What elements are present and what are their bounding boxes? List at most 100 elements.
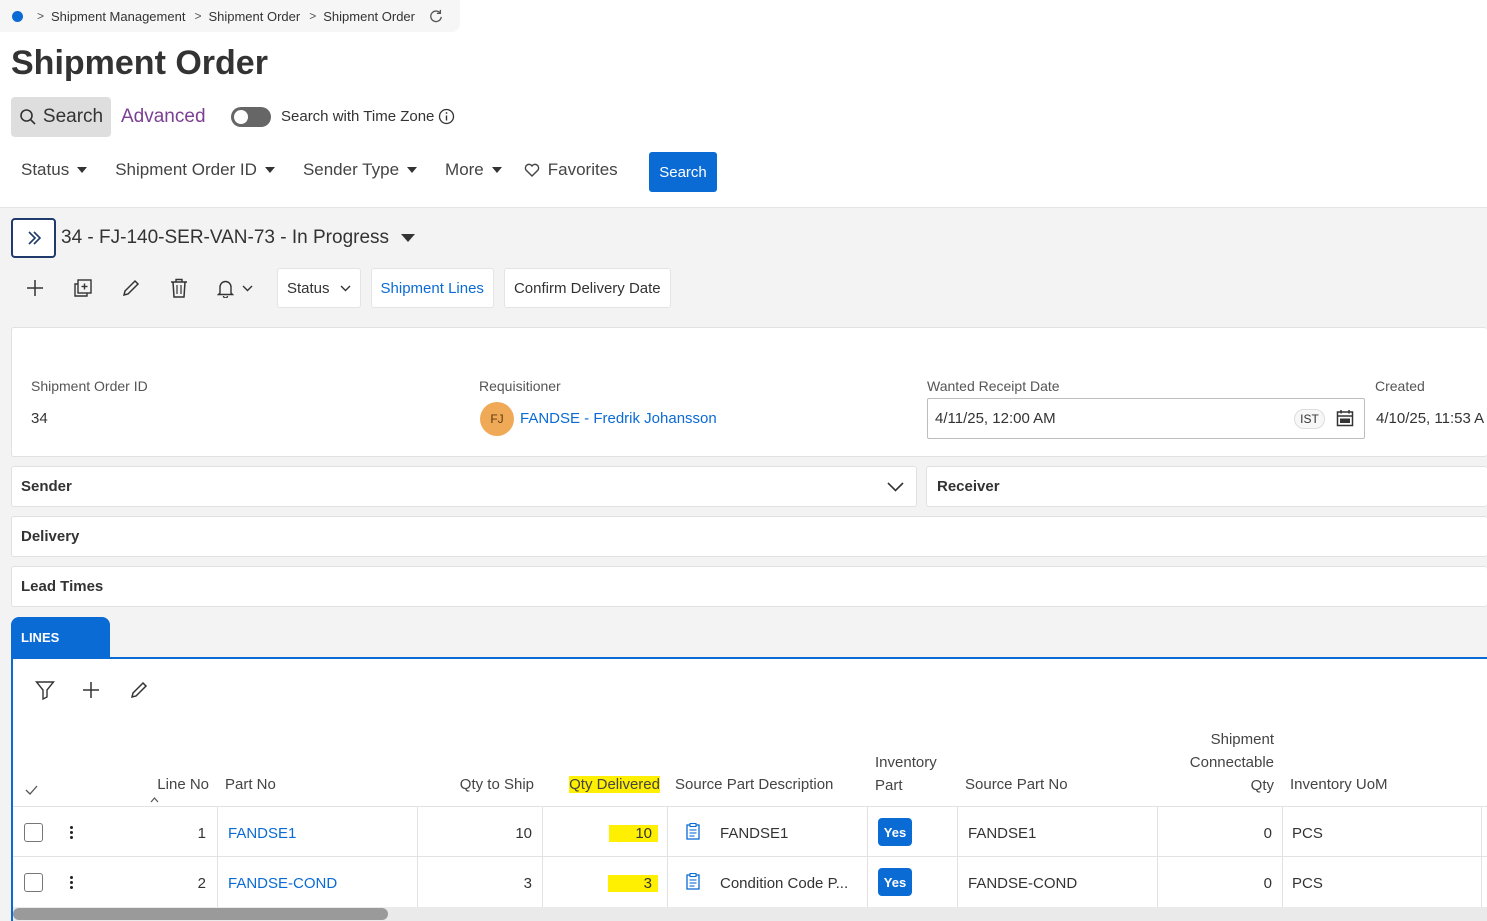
caret-down-icon [491,167,502,173]
cell-source-part-no: FANDSE-COND [968,875,1078,892]
col-header-source-part-description[interactable]: Source Part Description [675,773,833,796]
chevron-down-icon [887,482,904,492]
wanted-receipt-date-label: Wanted Receipt Date [927,378,1060,394]
sender-group-title: Sender [21,478,72,495]
delete-button[interactable] [155,268,203,308]
row-checkbox[interactable] [24,823,43,842]
row-checkbox[interactable] [24,873,43,892]
confirm-delivery-date-button[interactable]: Confirm Delivery Date [503,268,671,308]
breadcrumb-item-shipment-management[interactable]: Shipment Management [51,9,185,24]
created-label: Created [1375,378,1425,394]
inventory-part-badge: Yes [878,818,912,846]
col-header-qty-to-ship[interactable]: Qty to Ship [430,773,534,796]
cell-qty-to-ship: 3 [523,875,532,892]
created-value: 4/10/25, 11:53 A [1376,410,1485,427]
col-header-line: Qty [1250,777,1274,794]
pencil-icon [122,279,140,297]
col-header-source-part-no[interactable]: Source Part No [965,773,1068,796]
duplicate-icon [74,279,92,297]
caret-down-icon [401,234,416,242]
record-selector[interactable]: 34 - FJ-140-SER-VAN-73 - In Progress [61,227,416,249]
cell-inventory-uom: PCS [1292,825,1323,842]
delivery-group[interactable]: Delivery [11,516,1487,557]
lead-times-group[interactable]: Lead Times [11,566,1487,607]
column-divider [1282,806,1283,907]
filter-icon[interactable] [35,680,55,700]
breadcrumb-item-current: Shipment Order [323,8,415,24]
time-zone-toggle[interactable] [231,107,271,127]
breadcrumb-item-shipment-order[interactable]: Shipment Order [208,9,300,24]
cell-source-part-description: FANDSE1 [720,825,789,842]
shipment-lines-button[interactable]: Shipment Lines [370,268,494,308]
table-toolbar [35,680,148,700]
filter-label: Shipment Order ID [115,160,257,179]
filter-more[interactable]: More [445,160,502,180]
tab-lines[interactable]: LINES [11,617,110,658]
cell-connectable-qty: 0 [1263,875,1272,892]
advanced-tab[interactable]: Advanced [121,106,206,128]
filter-bar: Status Shipment Order ID Sender Type Mor… [21,160,648,180]
row-menu-icon[interactable] [70,876,74,891]
cell-part-no[interactable]: FANDSE1 [228,825,296,842]
receiver-group[interactable]: Receiver [926,466,1487,507]
horizontal-scrollbar[interactable] [13,907,1487,921]
table-divider [13,856,1487,857]
cell-part-no[interactable]: FANDSE-COND [228,875,337,892]
chevron-down-icon [242,285,253,291]
document-icon[interactable] [686,873,700,890]
column-divider [1157,806,1158,907]
toggle-knob [234,110,248,124]
row-menu-icon[interactable] [70,826,74,841]
search-tab[interactable]: Search [11,97,111,137]
favorites-label: Favorites [547,160,618,179]
col-header-inventory-part[interactable]: Inventory Part [875,751,937,797]
qty-delivered-highlight: 10 [609,825,658,842]
double-chevron-right-icon [27,231,41,245]
select-all-check-icon[interactable] [25,785,38,795]
column-divider [217,806,218,907]
cell-line-no: 2 [197,875,206,892]
cell-connectable-qty: 0 [1263,825,1272,842]
record-title: 34 - FJ-140-SER-VAN-73 - In Progress [61,227,390,248]
cell-inventory-uom: PCS [1292,875,1323,892]
sender-group[interactable]: Sender [11,466,917,507]
search-button[interactable]: Search [649,152,717,192]
time-zone-text: Search with Time Zone [281,108,435,125]
chevron-right-icon: > [37,9,45,23]
refresh-icon[interactable] [429,9,443,23]
filter-label: More [445,160,484,179]
pencil-icon[interactable] [130,681,148,699]
filter-status[interactable]: Status [21,160,88,180]
edit-button[interactable] [107,268,155,308]
sort-asc-icon [150,797,159,803]
scrollbar-thumb[interactable] [13,908,388,920]
col-header-qty-delivered[interactable]: Qty Delivered [550,773,660,796]
home-icon[interactable] [12,10,23,22]
filter-shipment-order-id[interactable]: Shipment Order ID [115,160,275,180]
cell-line-no: 1 [197,825,206,842]
column-divider [667,806,668,907]
col-header-line-no[interactable]: Line No [130,773,209,796]
add-button[interactable] [11,268,59,308]
col-header-part-no[interactable]: Part No [225,773,276,796]
cell-qty-to-ship: 10 [515,825,532,842]
calendar-icon[interactable] [1336,409,1354,427]
col-header-shipment-connectable-qty[interactable]: Shipment Connectable Qty [1160,728,1274,797]
col-header-inventory-uom[interactable]: Inventory UoM [1290,773,1388,796]
plus-icon[interactable] [82,681,100,699]
document-icon[interactable] [686,823,700,840]
qty-delivered-highlight: 3 [607,875,658,892]
requisitioner-link[interactable]: FANDSE - Fredrik Johansson [520,410,717,427]
status-menu-button[interactable]: Status [277,268,361,308]
duplicate-button[interactable] [59,268,107,308]
favorites-button[interactable]: Favorites [524,160,618,180]
wanted-receipt-date-field[interactable]: 4/11/25, 12:00 AM IST [927,398,1365,439]
filter-sender-type[interactable]: Sender Type [303,160,418,180]
search-icon [20,109,36,125]
expand-navigator-button[interactable] [11,218,56,258]
cell-source-part-no: FANDSE1 [968,825,1037,842]
notifications-button[interactable] [203,268,267,308]
receiver-group-title: Receiver [937,478,1000,495]
inventory-part-badge: Yes [878,868,912,896]
info-icon[interactable] [438,108,455,125]
